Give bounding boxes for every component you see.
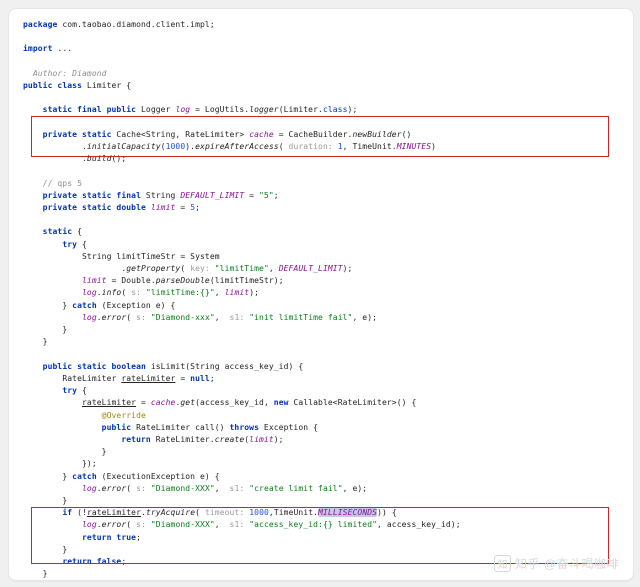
code-block: package com.taobao.diamond.client.impl; … xyxy=(9,9,633,581)
code-card: package com.taobao.diamond.client.impl; … xyxy=(8,8,634,581)
highlight-box-cache xyxy=(31,116,609,157)
watermark: 知知乎 @奋斗喝咖啡 xyxy=(494,555,619,572)
